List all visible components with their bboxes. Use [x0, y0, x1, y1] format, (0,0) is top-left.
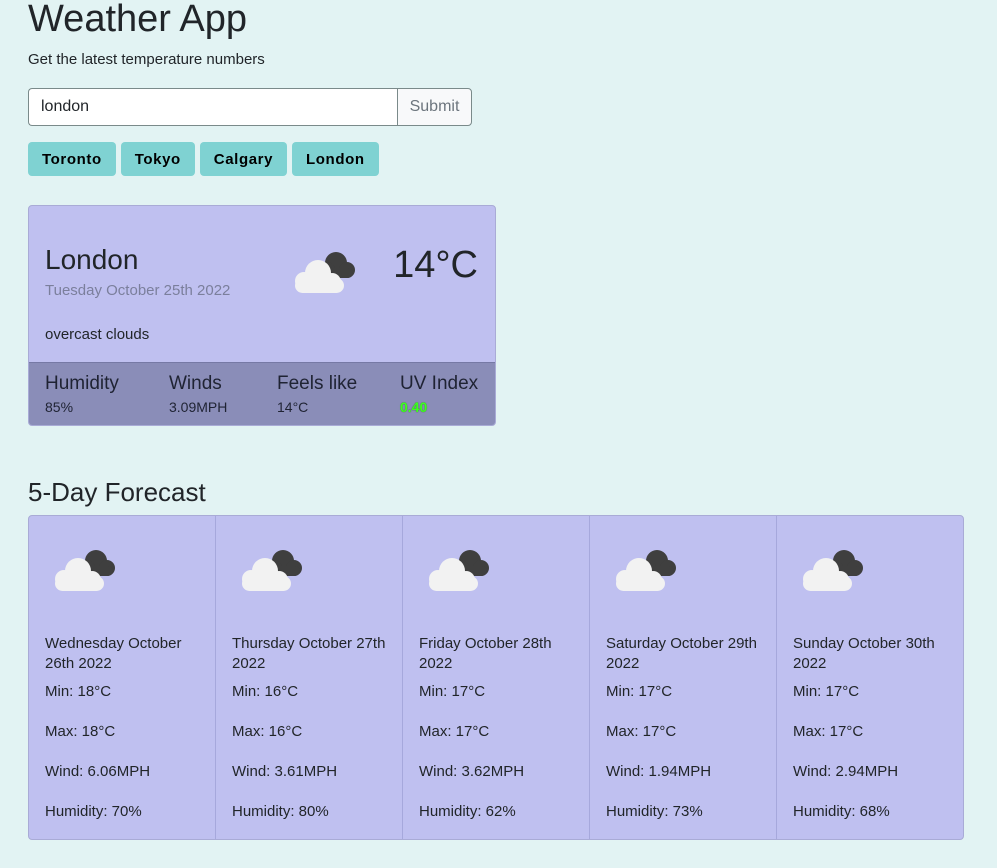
- forecast-wind: Wind: 3.61MPH: [232, 763, 338, 780]
- city-button-tokyo[interactable]: Tokyo: [120, 142, 195, 176]
- winds-stat: Winds 3.09MPH: [169, 373, 227, 415]
- forecast-day-card: Saturday October 29th 2022 Min: 17°C Max…: [590, 516, 777, 839]
- forecast-date: Thursday October 27th 2022: [232, 635, 386, 672]
- uv-index-label: UV Index: [400, 373, 479, 394]
- forecast-min-temp: Min: 17°C: [606, 683, 673, 700]
- current-date: Tuesday October 25th 2022: [45, 282, 231, 299]
- submit-button[interactable]: Submit: [397, 88, 472, 126]
- winds-label: Winds: [169, 373, 222, 394]
- app-title: Weather App: [28, 0, 248, 40]
- forecast-date: Sunday October 30th 2022: [793, 635, 935, 672]
- forecast-humidity: Humidity: 80%: [232, 803, 329, 820]
- forecast-max-temp: Max: 17°C: [606, 723, 677, 740]
- forecast-max-temp: Max: 16°C: [232, 723, 303, 740]
- feels-like-stat: Feels like 14°C: [277, 373, 357, 415]
- winds-value: 3.09MPH: [169, 399, 228, 415]
- current-temperature: 14°C: [393, 244, 478, 286]
- city-button-london[interactable]: London: [292, 142, 379, 176]
- city-button-calgary[interactable]: Calgary: [199, 142, 288, 176]
- forecast-date: Wednesday October 26th 2022: [45, 635, 182, 672]
- forecast-humidity: Humidity: 73%: [606, 803, 703, 820]
- forecast-date: Saturday October 29th 2022: [606, 635, 757, 672]
- forecast-wind: Wind: 1.94MPH: [606, 763, 712, 780]
- five-day-forecast: Wednesday October 26th 2022 Min: 18°C Ma…: [28, 515, 964, 840]
- humidity-stat: Humidity 85%: [45, 373, 119, 415]
- forecast-day-card: Sunday October 30th 2022 Min: 17°C Max: …: [777, 516, 963, 839]
- overcast-clouds-icon: [55, 550, 115, 591]
- app-subtitle: Get the latest temperature numbers: [28, 51, 265, 68]
- humidity-value: 85%: [45, 399, 74, 415]
- forecast-title: 5-Day Forecast: [28, 477, 206, 507]
- forecast-max-temp: Max: 18°C: [45, 723, 116, 740]
- forecast-wind: Wind: 3.62MPH: [419, 763, 525, 780]
- overcast-clouds-icon: [429, 550, 489, 591]
- humidity-label: Humidity: [45, 373, 119, 394]
- weather-description: overcast clouds: [45, 326, 150, 343]
- forecast-wind: Wind: 2.94MPH: [793, 763, 899, 780]
- uv-index-stat: UV Index 0.40: [400, 373, 478, 415]
- forecast-day-card: Thursday October 27th 2022 Min: 16°C Max…: [216, 516, 403, 839]
- uv-index-value: 0.40: [400, 399, 428, 415]
- forecast-day-card: Wednesday October 26th 2022 Min: 18°C Ma…: [29, 516, 216, 839]
- forecast-wind: Wind: 6.06MPH: [45, 763, 151, 780]
- city-button-toronto[interactable]: Toronto: [28, 142, 116, 176]
- overcast-clouds-icon: [616, 550, 676, 591]
- city-shortcut-buttons: Toronto Tokyo Calgary London: [28, 142, 379, 176]
- forecast-min-temp: Min: 17°C: [419, 683, 486, 700]
- overcast-clouds-icon: [803, 550, 863, 591]
- forecast-humidity: Humidity: 62%: [419, 803, 516, 820]
- feels-like-value: 14°C: [277, 399, 309, 415]
- feels-like-label: Feels like: [277, 373, 358, 394]
- forecast-max-temp: Max: 17°C: [793, 723, 864, 740]
- overcast-clouds-icon: [295, 252, 355, 293]
- forecast-max-temp: Max: 17°C: [419, 723, 490, 740]
- search-form: Submit: [28, 88, 472, 126]
- current-city-name: London: [45, 244, 139, 275]
- forecast-min-temp: Min: 18°C: [45, 683, 112, 700]
- forecast-humidity: Humidity: 70%: [45, 803, 142, 820]
- forecast-min-temp: Min: 17°C: [793, 683, 860, 700]
- current-stats-bar: Humidity 85% Winds 3.09MPH Feels like 14…: [29, 362, 495, 425]
- city-search-input[interactable]: [28, 88, 397, 126]
- overcast-clouds-icon: [242, 550, 302, 591]
- current-weather-card: London Tuesday October 25th 2022 14°C ov…: [28, 205, 496, 426]
- forecast-day-card: Friday October 28th 2022 Min: 17°C Max: …: [403, 516, 590, 839]
- forecast-min-temp: Min: 16°C: [232, 683, 299, 700]
- forecast-date: Friday October 28th 2022: [419, 635, 552, 672]
- forecast-humidity: Humidity: 68%: [793, 803, 890, 820]
